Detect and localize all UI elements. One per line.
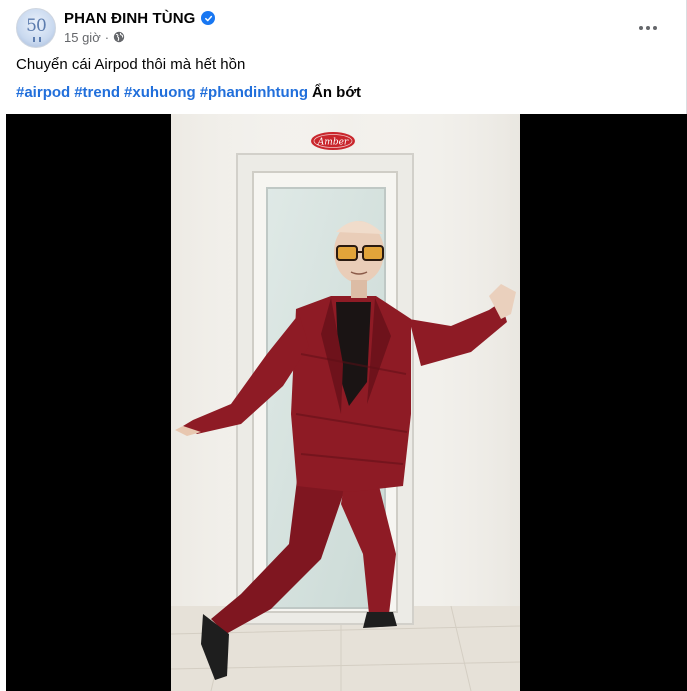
avatar[interactable]: 50 xyxy=(16,8,56,48)
video-still: Amber xyxy=(171,114,520,691)
hashtag-link[interactable]: #trend xyxy=(74,84,120,101)
verified-badge-icon xyxy=(201,11,216,25)
hashtag-link[interactable]: #phandinhtung xyxy=(200,84,308,101)
more-options-icon[interactable] xyxy=(630,10,666,46)
video-frame: Amber xyxy=(171,114,520,691)
meta-separator: · xyxy=(104,29,110,45)
video-player[interactable]: Amber xyxy=(6,114,687,691)
see-less-button[interactable]: Ẩn bớt xyxy=(312,84,361,101)
globe-icon[interactable] xyxy=(113,31,125,43)
avatar-mark-icon xyxy=(33,37,41,42)
post-header: 50 PHAN ĐINH TÙNG 15 giờ · xyxy=(16,8,666,48)
door-sign-text: Amber xyxy=(317,138,349,148)
post-caption: Chuyển cái Airpod thôi mà hết hồn xyxy=(16,56,246,73)
post-timestamp[interactable]: 15 giờ xyxy=(64,30,101,45)
post-meta: 15 giờ · xyxy=(64,29,125,45)
hashtag-link[interactable]: #airpod xyxy=(16,84,70,101)
author-name[interactable]: PHAN ĐINH TÙNG xyxy=(64,10,195,27)
post-card: 50 PHAN ĐINH TÙNG 15 giờ · Chuyển cái Ai… xyxy=(0,0,687,691)
avatar-text: 50 xyxy=(26,16,47,36)
hashtag-row: #airpod #trend #xuhuong #phandinhtung Ẩn… xyxy=(16,84,361,101)
hashtag-link[interactable]: #xuhuong xyxy=(124,84,196,101)
author-row: PHAN ĐINH TÙNG xyxy=(64,8,216,28)
